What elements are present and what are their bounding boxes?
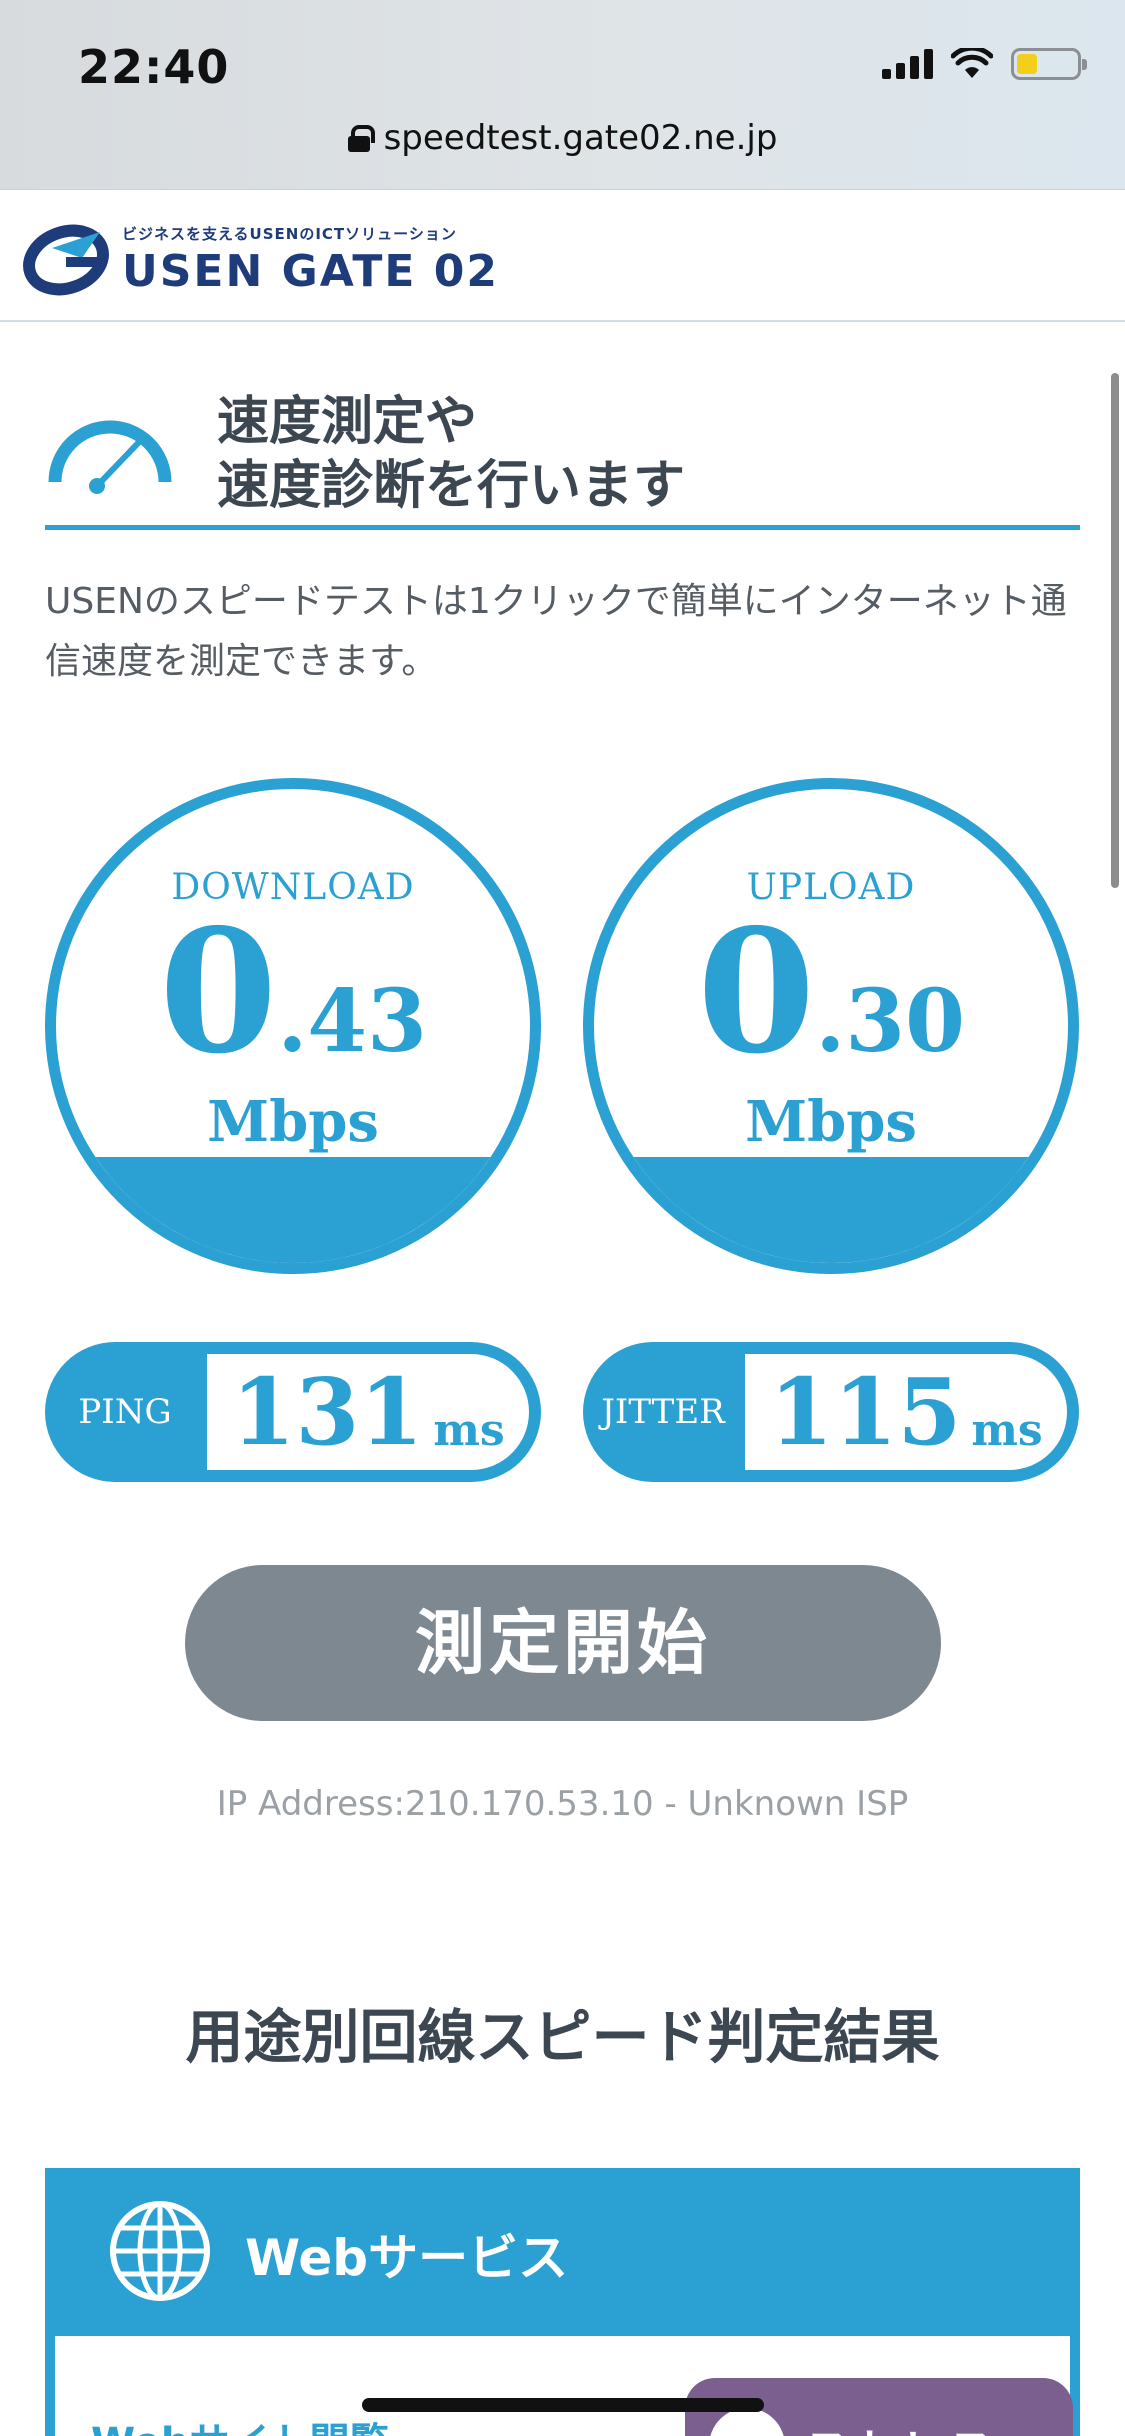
url-text: speedtest.gate02.ne.jp bbox=[383, 118, 778, 158]
download-meter: DOWNLOAD 0.43 Mbps bbox=[45, 778, 541, 1274]
status-time: 22:40 bbox=[78, 40, 230, 94]
status-icons bbox=[882, 48, 1087, 80]
logo-wordmark: USEN GATE 02 bbox=[122, 245, 499, 297]
upload-value: 0.30 bbox=[697, 892, 965, 1092]
upload-meter: UPLOAD 0.30 Mbps bbox=[583, 778, 1079, 1274]
ip-address-info: IP Address:210.170.53.10 - Unknown ISP bbox=[216, 1784, 909, 1824]
card-title: Webサービス bbox=[245, 2229, 569, 2287]
logo-mark-icon bbox=[23, 224, 109, 296]
battery-icon bbox=[1011, 48, 1087, 80]
cellular-signal-icon bbox=[882, 49, 933, 79]
section-header: 速度測定や 速度診断を行います bbox=[45, 388, 1080, 530]
upload-label: UPLOAD bbox=[746, 867, 916, 908]
ping-label: PING bbox=[78, 1392, 172, 1432]
ping-unit: ms bbox=[433, 1404, 505, 1456]
wifi-icon bbox=[951, 48, 993, 78]
usen-logo[interactable]: ビジネスを支えるUSENのICTソリューション USEN GATE 02 bbox=[22, 218, 499, 298]
jitter-readout: JITTER 115 ms bbox=[583, 1342, 1079, 1482]
intro-text: USENのスピードテストは1クリックで簡単にインターネット通信速度を測定できます… bbox=[45, 581, 1067, 682]
download-value: 0.43 bbox=[159, 892, 427, 1092]
upload-unit: Mbps bbox=[745, 1089, 917, 1155]
home-indicator[interactable] bbox=[362, 2398, 764, 2412]
web-browsing-label: Webサイト閲覧 bbox=[91, 2410, 389, 2436]
download-unit: Mbps bbox=[207, 1089, 379, 1155]
jitter-value: 115 bbox=[769, 1358, 962, 1466]
start-test-button[interactable]: 測定開始 bbox=[185, 1565, 941, 1721]
meter-base bbox=[56, 1157, 530, 1263]
speedometer-icon bbox=[48, 420, 172, 494]
face-icon bbox=[709, 2408, 785, 2436]
ping-value: 131 bbox=[231, 1358, 424, 1466]
jitter-unit: ms bbox=[971, 1404, 1043, 1456]
scrollbar[interactable] bbox=[1111, 373, 1119, 888]
results-heading: 用途別回線スピード判定結果 bbox=[185, 2003, 940, 2071]
browser-chrome: 22:40 speedtest.gate02.ne.jp bbox=[0, 0, 1125, 190]
address-bar[interactable]: speedtest.gate02.ne.jp bbox=[0, 118, 1125, 158]
jitter-label: JITTER bbox=[601, 1392, 725, 1432]
download-label: DOWNLOAD bbox=[171, 867, 415, 908]
lock-icon bbox=[347, 125, 375, 152]
globe-icon bbox=[110, 2201, 210, 2301]
web-service-card: Webサービス Webサイト閲覧 ストレス bbox=[45, 2168, 1080, 2436]
logo-tagline: ビジネスを支えるUSENのICTソリューション bbox=[122, 224, 457, 243]
site-header: ビジネスを支えるUSENのICTソリューション USEN GATE 02 bbox=[0, 190, 1125, 322]
meter-base bbox=[594, 1157, 1068, 1263]
page-title: 速度測定や 速度診断を行います bbox=[217, 392, 686, 516]
ping-readout: PING 131 ms bbox=[45, 1342, 541, 1482]
